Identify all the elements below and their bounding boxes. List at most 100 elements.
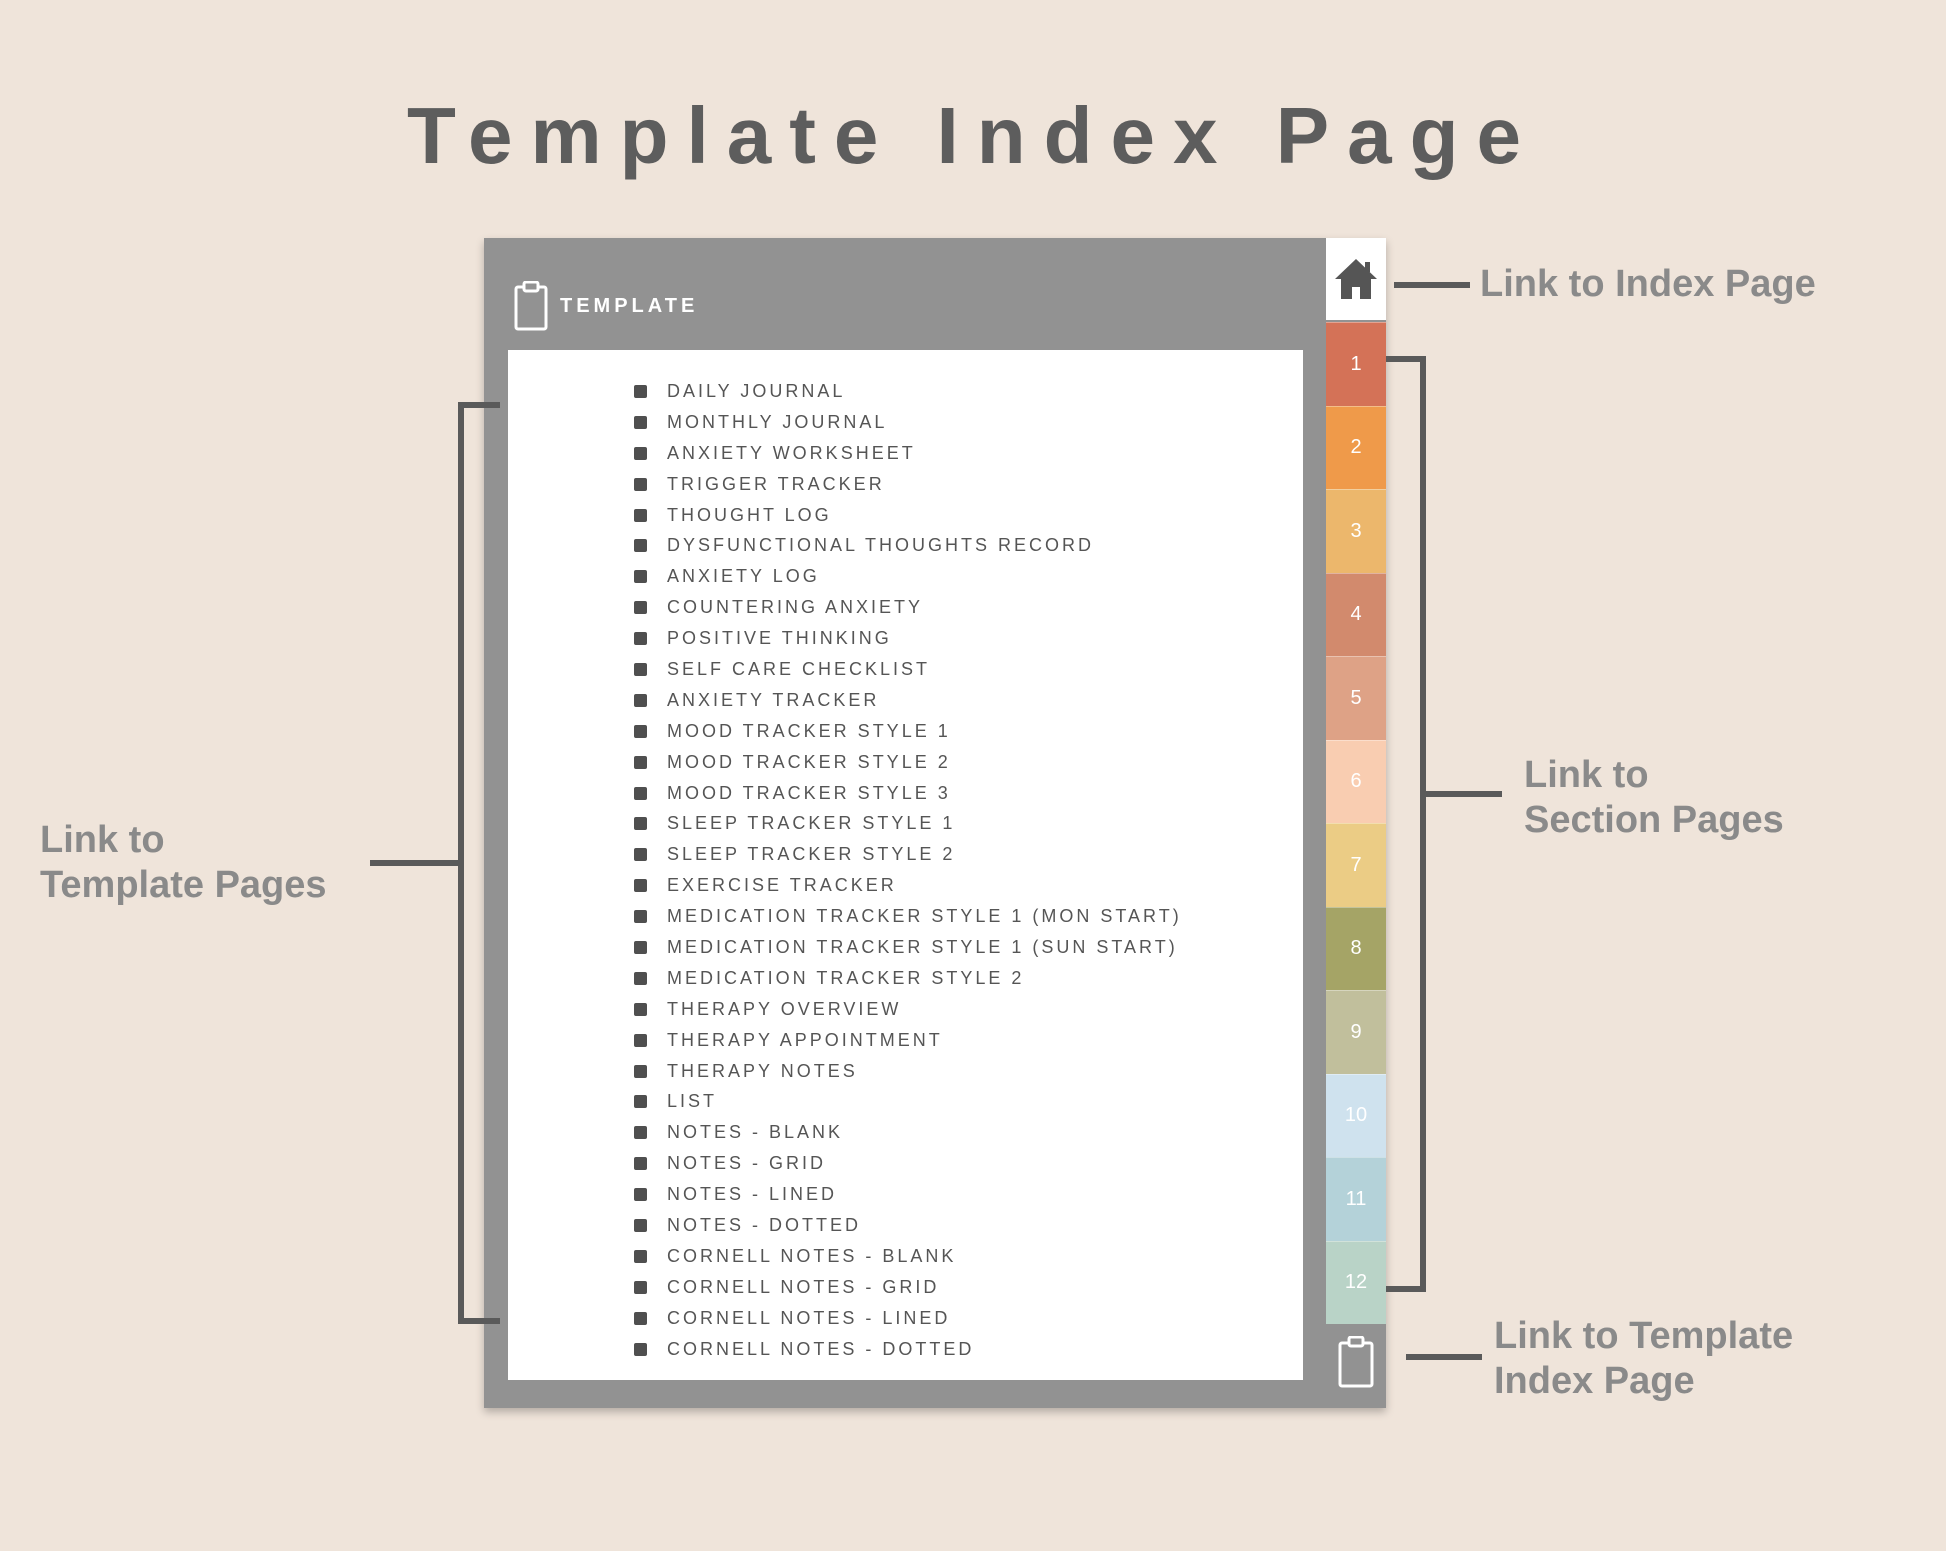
header-label: TEMPLATE xyxy=(560,294,699,317)
bullet-icon xyxy=(634,1311,647,1325)
bullet-icon xyxy=(634,1002,647,1016)
bullet-icon xyxy=(634,1095,647,1109)
template-link[interactable]: CORNELL NOTES - DOTTED xyxy=(634,1334,1182,1365)
template-label: MEDICATION TRACKER STYLE 1 (SUN START) xyxy=(667,936,1178,957)
template-link[interactable]: MEDICATION TRACKER STYLE 1 (MON START) xyxy=(634,901,1182,932)
bullet-icon xyxy=(634,940,647,954)
template-label: LIST xyxy=(667,1091,718,1112)
template-link[interactable]: MOOD TRACKER STYLE 1 xyxy=(634,716,1182,747)
template-label: NOTES - DOTTED xyxy=(667,1214,861,1235)
bullet-icon xyxy=(634,1157,647,1171)
template-pages-connector xyxy=(370,860,462,866)
bullet-icon xyxy=(634,817,647,831)
template-link[interactable]: THERAPY OVERVIEW xyxy=(634,994,1182,1025)
template-label: THERAPY NOTES xyxy=(667,1060,858,1081)
bullet-icon xyxy=(634,508,647,522)
template-link[interactable]: CORNELL NOTES - LINED xyxy=(634,1303,1182,1334)
template-label: CORNELL NOTES - LINED xyxy=(667,1307,951,1328)
template-link[interactable]: MEDICATION TRACKER STYLE 1 (SUN START) xyxy=(634,932,1182,963)
template-link[interactable]: ANXIETY LOG xyxy=(634,561,1182,592)
planner-page: TEMPLATE DAILY JOURNAL MONTHLY JOURNAL ANX… xyxy=(484,238,1386,1408)
template-label: EXERCISE TRACKER xyxy=(667,875,897,896)
bullet-icon xyxy=(634,910,647,924)
section-tab-7[interactable]: 7 xyxy=(1326,823,1386,907)
section-tab-3[interactable]: 3 xyxy=(1326,489,1386,573)
template-index-annotation: Link to Template Index Page xyxy=(1494,1315,1794,1402)
section-tab-6[interactable]: 6 xyxy=(1326,739,1386,823)
template-link[interactable]: NOTES - GRID xyxy=(634,1148,1182,1179)
section-tab-8[interactable]: 8 xyxy=(1326,906,1386,990)
bullet-icon xyxy=(634,1249,647,1263)
template-link[interactable]: COUNTERING ANXIETY xyxy=(634,592,1182,623)
template-label: SELF CARE CHECKLIST xyxy=(667,658,931,679)
template-link[interactable]: NOTES - BLANK xyxy=(634,1117,1182,1148)
template-label: MOOD TRACKER STYLE 2 xyxy=(667,751,951,772)
section-pages-connector xyxy=(1424,791,1502,797)
template-link[interactable]: THOUGHT LOG xyxy=(634,500,1182,531)
template-link[interactable]: DYSFUNCTIONAL THOUGHTS RECORD xyxy=(634,530,1182,561)
template-label: POSITIVE THINKING xyxy=(667,628,892,649)
template-link[interactable]: THERAPY APPOINTMENT xyxy=(634,1025,1182,1056)
template-pages-annotation: Link to Template Pages xyxy=(40,819,327,906)
template-link[interactable]: SELF CARE CHECKLIST xyxy=(634,654,1182,685)
template-label: MOOD TRACKER STYLE 1 xyxy=(667,720,951,741)
bullet-icon xyxy=(634,1033,647,1047)
template-link[interactable]: ANXIETY WORKSHEET xyxy=(634,438,1182,469)
template-link[interactable]: TRIGGER TRACKER xyxy=(634,469,1182,500)
template-link[interactable]: NOTES - LINED xyxy=(634,1179,1182,1210)
bullet-icon xyxy=(634,693,647,707)
template-label: ANXIETY WORKSHEET xyxy=(667,442,916,463)
bullet-icon xyxy=(634,1188,647,1202)
section-pages-annotation: Link to Section Pages xyxy=(1524,754,1784,841)
index-page-annotation: Link to Index Page xyxy=(1480,263,1816,305)
template-link[interactable]: DAILY JOURNAL xyxy=(634,376,1182,407)
bullet-icon xyxy=(634,971,647,985)
template-label: THERAPY APPOINTMENT xyxy=(667,1029,943,1050)
template-label: CORNELL NOTES - GRID xyxy=(667,1276,940,1297)
template-link[interactable]: CORNELL NOTES - GRID xyxy=(634,1272,1182,1303)
template-link[interactable]: MOOD TRACKER STYLE 2 xyxy=(634,747,1182,778)
section-tab-11[interactable]: 11 xyxy=(1326,1157,1386,1241)
template-link[interactable]: SLEEP TRACKER STYLE 2 xyxy=(634,839,1182,870)
section-tab-10[interactable]: 10 xyxy=(1326,1073,1386,1157)
template-link[interactable]: MOOD TRACKER STYLE 3 xyxy=(634,778,1182,809)
bullet-icon xyxy=(634,570,647,584)
template-label: DYSFUNCTIONAL THOUGHTS RECORD xyxy=(667,535,1095,556)
bullet-icon xyxy=(634,477,647,491)
tab-column: 1 2 3 4 5 6 7 8 9 10 11 12 xyxy=(1326,238,1386,1408)
bullet-icon xyxy=(634,1280,647,1294)
bullet-icon xyxy=(634,601,647,615)
template-link[interactable]: POSITIVE THINKING xyxy=(634,623,1182,654)
template-link[interactable]: ANXIETY TRACKER xyxy=(634,685,1182,716)
section-tab-12[interactable]: 12 xyxy=(1326,1240,1386,1324)
template-link[interactable]: MEDICATION TRACKER STYLE 2 xyxy=(634,963,1182,994)
bullet-icon xyxy=(634,662,647,676)
template-link[interactable]: SLEEP TRACKER STYLE 1 xyxy=(634,808,1182,839)
bullet-icon xyxy=(634,848,647,862)
section-tab-4[interactable]: 4 xyxy=(1326,572,1386,656)
template-label: THERAPY OVERVIEW xyxy=(667,998,902,1019)
template-index-connector xyxy=(1406,1354,1482,1360)
index-page-connector xyxy=(1394,282,1470,288)
bullet-icon xyxy=(634,1342,647,1356)
template-link[interactable]: LIST xyxy=(634,1086,1182,1117)
bullet-icon xyxy=(634,384,647,398)
bullet-icon xyxy=(634,1064,647,1078)
home-tab[interactable] xyxy=(1326,238,1386,320)
bullet-icon xyxy=(634,724,647,738)
template-link[interactable]: MONTHLY JOURNAL xyxy=(634,407,1182,438)
clipboard-icon[interactable] xyxy=(1338,1336,1374,1388)
bullet-icon xyxy=(634,879,647,893)
template-link[interactable]: NOTES - DOTTED xyxy=(634,1210,1182,1241)
bullet-icon xyxy=(634,539,647,553)
section-tab-9[interactable]: 9 xyxy=(1326,990,1386,1074)
template-link[interactable]: EXERCISE TRACKER xyxy=(634,870,1182,901)
section-tab-1[interactable]: 1 xyxy=(1326,322,1386,406)
template-label: NOTES - BLANK xyxy=(667,1122,844,1143)
section-tab-5[interactable]: 5 xyxy=(1326,656,1386,740)
template-link[interactable]: CORNELL NOTES - BLANK xyxy=(634,1241,1182,1272)
section-tab-2[interactable]: 2 xyxy=(1326,405,1386,489)
template-link[interactable]: THERAPY NOTES xyxy=(634,1056,1182,1087)
bullet-icon xyxy=(634,1126,647,1140)
bullet-icon xyxy=(634,755,647,769)
